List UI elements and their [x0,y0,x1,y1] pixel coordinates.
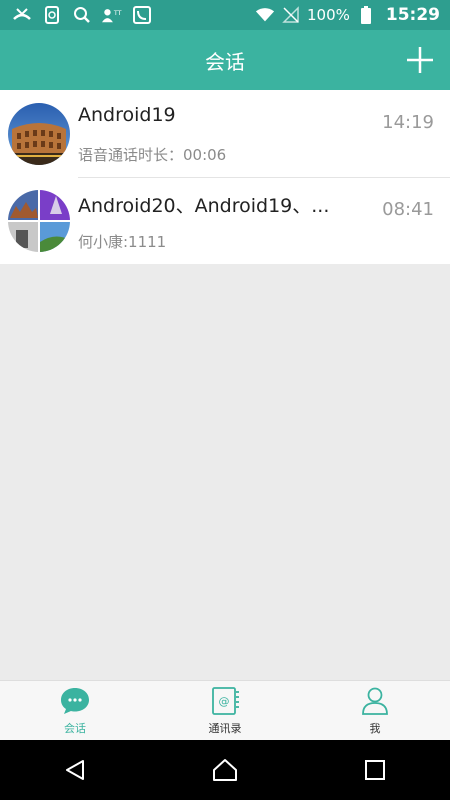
battery-percent: 100% [306,6,350,24]
tab-label: 会话 [64,722,86,735]
conversation-item[interactable]: Android19 14:19 语音通话时长：00:06 [0,90,450,177]
app-header: 会话 [0,30,450,90]
tab-conversations[interactable]: 会话 [0,681,150,741]
missed-call-icon [12,6,32,24]
back-button[interactable] [55,750,95,790]
search-icon [72,6,92,24]
system-nav-bar [0,740,450,800]
contacts-tty-icon: TT [102,6,122,24]
home-button[interactable] [205,750,245,790]
person-icon [362,687,388,715]
conversation-time: 08:41 [382,199,434,220]
wifi-icon [255,6,275,24]
svg-text:TT: TT [113,10,122,17]
tab-me[interactable]: 我 [300,681,450,741]
conversation-list: Android19 14:19 语音通话时长：00:06 Android20、A… [0,90,450,264]
hd-call-icon [132,6,152,24]
conversation-time: 14:19 [382,112,434,133]
conversation-preview: 何小康:1111 [78,233,167,251]
group-avatar [8,190,70,252]
page-title: 会话 [205,49,245,74]
home-icon [213,759,237,781]
back-icon [66,760,84,780]
recents-icon [365,760,385,780]
add-button[interactable] [404,44,436,76]
phone-sync-icon [42,6,62,24]
recents-button[interactable] [355,750,395,790]
bottom-tab-bar: 会话 @ 通讯录 我 [0,680,450,741]
tab-label: 我 [369,722,381,735]
conversation-name: Android20、Android19、... [78,195,330,217]
status-bar: TT 100% 15:29 [0,0,450,30]
tab-label: 通讯录 [208,722,242,735]
conversation-item[interactable]: Android20、Android19、... 08:41 何小康:1111 [0,177,450,264]
address-book-icon: @ [212,687,239,715]
avatar [8,103,70,165]
conversation-name: Android19 [78,104,176,126]
plus-icon [407,47,433,73]
chat-bubble-icon [61,688,89,714]
clock: 15:29 [385,5,440,25]
no-signal-icon [281,6,301,24]
tab-contacts[interactable]: @ 通讯录 [150,681,300,741]
svg-text:@: @ [219,695,230,708]
conversation-preview: 语音通话时长：00:06 [78,146,227,164]
battery-icon [356,6,376,24]
